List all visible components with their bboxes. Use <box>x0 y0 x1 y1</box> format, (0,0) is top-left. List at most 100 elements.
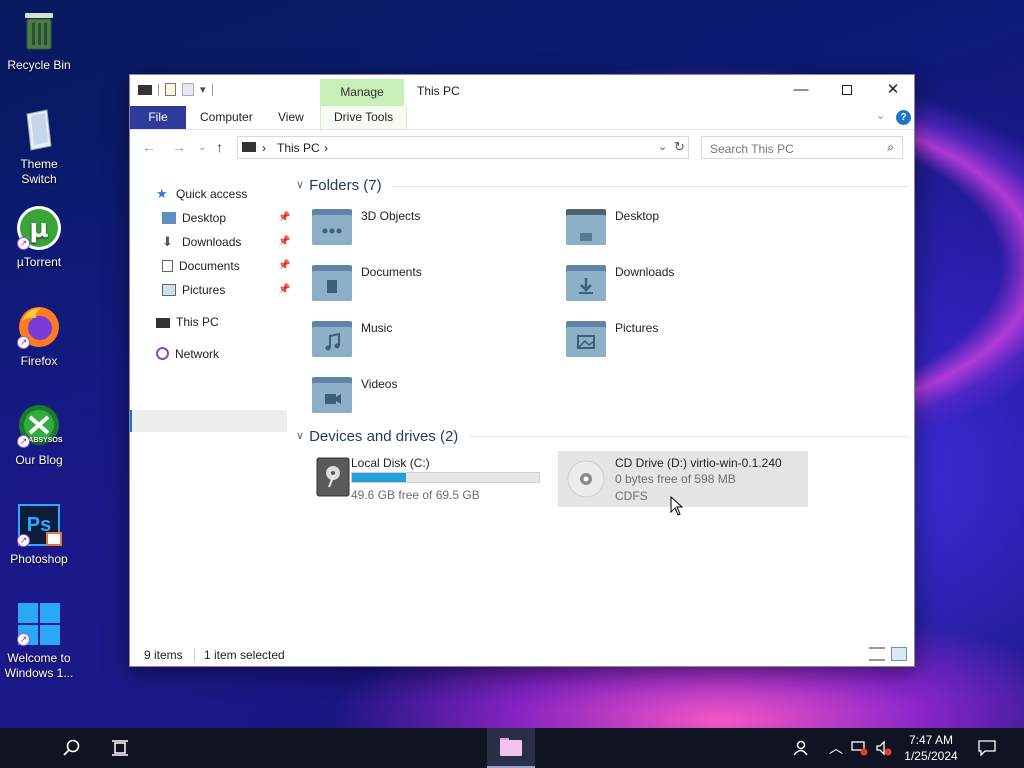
volume-button[interactable] <box>874 728 894 768</box>
folder-videos[interactable]: Videos <box>290 371 530 421</box>
tab-file[interactable]: File <box>130 106 186 129</box>
task-view-button[interactable] <box>100 728 140 768</box>
clock[interactable]: 7:47 AM 1/25/2024 <box>892 732 970 764</box>
group-header-folders[interactable]: ∨ Folders (7) <box>296 177 382 194</box>
shortcut-arrow-icon: ↗ <box>17 435 30 448</box>
title-bar[interactable]: ▾ Manage This PC — ✕ <box>130 75 914 106</box>
recycle-bin-icon <box>16 8 62 54</box>
star-icon: ★ <box>156 186 168 201</box>
folder-3d-objects[interactable]: 3D Objects <box>290 203 530 253</box>
network-status-button[interactable] <box>850 728 870 768</box>
show-hidden-icons-button[interactable]: ︿ <box>826 728 846 768</box>
breadcrumb-separator-icon[interactable]: › <box>324 141 328 155</box>
tab-drive-tools[interactable]: Drive Tools <box>320 106 408 129</box>
shortcut-arrow-icon: ↗ <box>17 534 30 547</box>
tab-view[interactable]: View <box>278 106 304 129</box>
breadcrumb-separator-icon[interactable]: › <box>262 141 266 155</box>
notifications-button[interactable] <box>975 728 999 768</box>
search-icon[interactable]: ⌕ <box>887 140 894 155</box>
desktop-folder-icon <box>566 209 606 245</box>
drive-local-disk-c[interactable]: Local Disk (C:) 49.6 GB free of 69.5 GB <box>294 451 544 507</box>
people-button[interactable] <box>788 728 812 768</box>
sidebar-item-documents[interactable]: Documents 📌 <box>162 255 290 277</box>
sidebar-item-network[interactable]: Network <box>156 343 219 365</box>
address-bar[interactable]: › This PC › ⌄ ↻ <box>237 136 689 159</box>
tab-manage[interactable]: Manage <box>320 79 404 106</box>
desktop-icon-recycle-bin[interactable]: Recycle Bin <box>1 8 77 73</box>
pictures-folder-icon <box>566 321 606 357</box>
breadcrumb-this-pc[interactable]: This PC <box>277 141 320 155</box>
taskbar-file-explorer[interactable] <box>487 728 535 768</box>
desktop-icon-photoshop[interactable]: Ps ↗ Photoshop <box>1 502 77 567</box>
selection-highlight <box>132 410 287 432</box>
group-divider <box>392 186 908 187</box>
desktop-icon-theme-switch[interactable]: Theme Switch <box>1 107 77 187</box>
pin-icon[interactable]: 📌 <box>278 279 290 301</box>
folder-pictures[interactable]: Pictures <box>544 315 784 365</box>
sidebar-item-desktop[interactable]: Desktop 📌 <box>162 207 290 229</box>
maximize-button[interactable] <box>824 75 870 105</box>
desktop-icon-label: Our Blog <box>15 453 63 467</box>
picture-icon <box>162 284 176 296</box>
desktop-icon-utorrent[interactable]: µ ↗ µTorrent <box>1 205 77 270</box>
search-icon <box>63 739 80 756</box>
sidebar-item-downloads[interactable]: ⬇ Downloads 📌 <box>162 231 290 253</box>
properties-icon[interactable] <box>165 83 176 96</box>
pin-icon[interactable]: 📌 <box>278 207 290 229</box>
desktop-icon-firefox[interactable]: ↗ Firefox <box>1 304 77 369</box>
recent-locations-chevron-icon[interactable]: ⌄ <box>198 142 206 153</box>
desktop-icon-our-blog[interactable]: LABSYSOS ↗ Our Blog <box>1 403 77 468</box>
theme-switch-icon <box>16 107 62 153</box>
close-button[interactable]: ✕ <box>870 75 916 105</box>
large-icons-view-icon[interactable] <box>891 647 907 661</box>
status-bar: 9 items 1 item selected <box>130 644 914 666</box>
taskbar: ︿ 7:47 AM 1/25/2024 <box>0 728 1024 768</box>
quick-access-toolbar: ▾ <box>138 83 213 96</box>
file-explorer-window[interactable]: ▾ Manage This PC — ✕ File Computer View … <box>129 74 915 667</box>
network-disconnected-icon <box>851 741 868 756</box>
new-folder-icon[interactable] <box>182 83 194 96</box>
chevron-up-icon: ︿ <box>829 740 843 756</box>
refresh-icon[interactable]: ↻ <box>674 139 685 155</box>
chevron-down-icon: ∨ <box>296 179 305 191</box>
sidebar-item-quick-access[interactable]: ★ Quick access <box>156 183 247 205</box>
volume-muted-icon <box>876 740 892 756</box>
address-dropdown-icon[interactable]: ⌄ <box>658 140 667 153</box>
people-icon <box>793 740 808 756</box>
sidebar-item-this-pc[interactable]: This PC <box>156 311 219 333</box>
folder-documents[interactable]: Documents <box>290 259 530 309</box>
up-arrow-icon[interactable]: ↑ <box>216 139 223 155</box>
network-icon <box>156 347 169 360</box>
search-button[interactable] <box>52 728 92 768</box>
download-arrow-icon: ⬇ <box>162 234 173 249</box>
drive-usage-fill <box>352 473 407 482</box>
mouse-cursor-icon <box>670 496 684 516</box>
document-icon <box>162 260 173 272</box>
folder-desktop[interactable]: Desktop <box>544 203 784 253</box>
music-folder-icon <box>312 321 352 357</box>
back-arrow-icon[interactable]: ← <box>142 139 156 155</box>
sidebar-item-pictures[interactable]: Pictures 📌 <box>162 279 290 301</box>
folder-downloads[interactable]: Downloads <box>544 259 784 309</box>
group-header-devices[interactable]: ∨ Devices and drives (2) <box>296 428 458 445</box>
computer-icon[interactable] <box>138 84 152 95</box>
qat-dropdown-icon[interactable]: ▾ <box>200 83 206 96</box>
desktop-icon-label: µTorrent <box>16 255 62 269</box>
computer-icon <box>242 142 256 152</box>
tab-computer[interactable]: Computer <box>200 106 253 129</box>
downloads-folder-icon <box>566 265 606 301</box>
pin-icon[interactable]: 📌 <box>278 231 290 253</box>
minimize-button[interactable]: — <box>778 75 824 105</box>
clock-date: 1/25/2024 <box>904 749 958 763</box>
forward-arrow-icon[interactable]: → <box>172 139 186 155</box>
expand-ribbon-chevron-icon[interactable]: ⌄ <box>876 109 885 122</box>
details-view-icon[interactable] <box>869 647 885 661</box>
search-input[interactable]: Search This PC <box>710 142 794 156</box>
computer-icon <box>156 318 170 328</box>
close-icon: ✕ <box>886 81 900 98</box>
desktop-icon-welcome-windows[interactable]: ↗ Welcome to Windows 1... <box>1 601 77 681</box>
pin-icon[interactable]: 📌 <box>278 255 290 277</box>
help-icon[interactable]: ? <box>896 110 911 125</box>
search-box[interactable]: Search This PC ⌕ <box>701 136 903 159</box>
folder-music[interactable]: Music <box>290 315 530 365</box>
